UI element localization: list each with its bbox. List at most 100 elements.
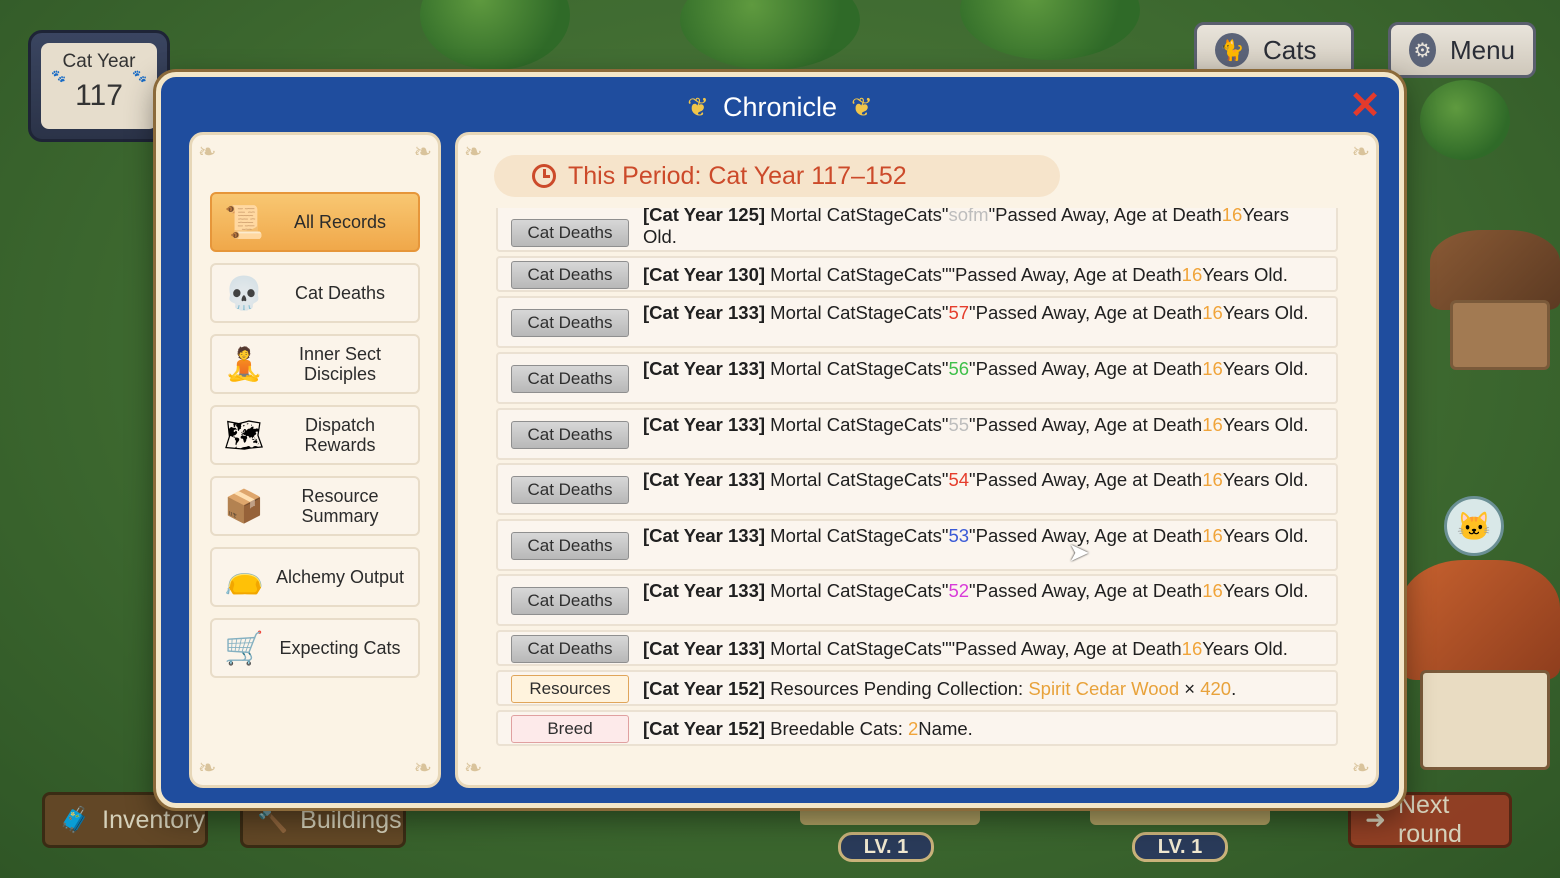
skull-icon: 💀 xyxy=(224,275,264,311)
record-row: Breed [Cat Year 152] Breedable Cats: 2Na… xyxy=(496,710,1338,746)
laurel-left-icon: ❦ xyxy=(687,91,709,122)
records-panel: ❧ ❧ ❧ ❧ This Period: Cat Year 117–152 Ca… xyxy=(455,132,1379,788)
laurel-right-icon: ❦ xyxy=(851,91,873,122)
record-row: Cat Deaths [Cat Year 130] Mortal CatStag… xyxy=(496,256,1338,292)
sidebar-item-expecting-cats[interactable]: 🛒 Expecting Cats xyxy=(210,618,420,678)
map-icon: 🗺 xyxy=(223,417,265,453)
record-row: Resources [Cat Year 152] Resources Pendi… xyxy=(496,670,1338,706)
record-text: [Cat Year 133] Mortal CatStageCats""Pass… xyxy=(643,638,1288,659)
sidebar-item-label: All Records xyxy=(293,212,387,232)
corner-ornament: ❧ xyxy=(1351,139,1370,164)
corner-ornament: ❧ xyxy=(413,755,432,780)
building-level-badge: LV. 1 xyxy=(838,832,934,862)
record-text: [Cat Year 133] Mortal CatStageCats"57"Pa… xyxy=(643,302,1309,323)
hammer-icon: 🔨 xyxy=(257,805,289,834)
record-row: Cat Deaths [Cat Year 125] Mortal CatStag… xyxy=(496,208,1338,252)
record-type-badge[interactable]: Cat Deaths xyxy=(511,421,629,449)
sidebar-item-inner-sect-disciples[interactable]: 🧘 Inner Sect Disciples xyxy=(210,334,420,394)
record-text: [Cat Year 133] Mortal CatStageCats"54"Pa… xyxy=(643,469,1309,490)
sidebar-item-dispatch-rewards[interactable]: 🗺 Dispatch Rewards xyxy=(210,405,420,465)
record-type-badge[interactable]: Cat Deaths xyxy=(511,219,629,247)
tree xyxy=(420,0,570,70)
cats-button[interactable]: 🐈 Cats xyxy=(1194,22,1354,78)
records-list[interactable]: Cat Deaths [Cat Year 125] Mortal CatStag… xyxy=(496,208,1338,748)
corner-ornament: ❧ xyxy=(1351,755,1370,780)
sidebar-item-alchemy-output[interactable]: 👝 Alchemy Output xyxy=(210,547,420,607)
record-row: Cat Deaths [Cat Year 133] Mortal CatStag… xyxy=(496,630,1338,666)
sidebar-item-label: Expecting Cats xyxy=(279,638,401,658)
cats-button-label: Cats xyxy=(1263,34,1317,65)
tree xyxy=(680,0,860,70)
next-round-button-label: Next round xyxy=(1397,791,1462,848)
period-header: This Period: Cat Year 117–152 xyxy=(494,155,1060,197)
building-right-bottom[interactable] xyxy=(1400,560,1560,790)
cat-head-icon: 🐈 xyxy=(1215,33,1249,67)
clock-icon xyxy=(532,164,556,188)
record-category-sidebar: ❧ ❧ ❧ ❧ 📜 All Records 💀 Cat Deaths 🧘 Inn… xyxy=(189,132,441,788)
cat-year-board: 🐾 🐾 Cat Year 117 xyxy=(28,30,170,142)
period-label: This Period: Cat Year 117–152 xyxy=(568,161,907,190)
record-type-badge[interactable]: Cat Deaths xyxy=(511,365,629,393)
record-row: Cat Deaths [Cat Year 133] Mortal CatStag… xyxy=(496,574,1338,626)
record-text: [Cat Year 152] Resources Pending Collect… xyxy=(643,678,1237,699)
sidebar-item-label: Cat Deaths xyxy=(294,283,386,303)
corner-ornament: ❧ xyxy=(198,139,217,164)
record-type-badge[interactable]: Cat Deaths xyxy=(511,635,629,663)
gear-icon: ⚙ xyxy=(1409,33,1436,67)
cradle-icon: 🛒 xyxy=(224,630,264,666)
cat-year-value: 117 xyxy=(75,79,123,112)
close-icon[interactable]: ✕ xyxy=(1347,87,1383,125)
paw-icon: 🐾 xyxy=(132,69,147,83)
menu-button-label: Menu xyxy=(1449,34,1515,65)
building-right-top[interactable] xyxy=(1420,230,1560,380)
corner-ornament: ❧ xyxy=(413,139,432,164)
record-text: [Cat Year 152] Breedable Cats: 2Name. xyxy=(643,718,973,739)
paw-icon: 🐾 xyxy=(51,69,66,83)
arrow-right-icon: ➜ xyxy=(1365,806,1386,834)
sidebar-item-label: Dispatch Rewards xyxy=(304,415,376,455)
mouse-cursor-icon: ➤ xyxy=(1068,537,1090,567)
inventory-button-label: Inventory xyxy=(102,805,205,834)
tree xyxy=(960,0,1140,60)
record-row: Cat Deaths [Cat Year 133] Mortal CatStag… xyxy=(496,408,1338,460)
record-row: Cat Deaths [Cat Year 133] Mortal CatStag… xyxy=(496,519,1338,571)
tree xyxy=(1420,80,1510,160)
chronicle-dialog: ❦ Chronicle ❦ ✕ ❧ ❧ ❧ ❧ 📜 All Records 💀 … xyxy=(156,72,1404,808)
sidebar-item-label: Inner Sect Disciples xyxy=(298,344,382,384)
sidebar-item-label: Alchemy Output xyxy=(275,567,405,587)
cat-face-icon[interactable]: 🐱 xyxy=(1444,496,1504,556)
building-level-badge: LV. 1 xyxy=(1132,832,1228,862)
record-type-badge[interactable]: Cat Deaths xyxy=(511,309,629,337)
record-text: [Cat Year 133] Mortal CatStageCats"56"Pa… xyxy=(643,358,1309,379)
record-type-badge[interactable]: Cat Deaths xyxy=(511,532,629,560)
record-text: [Cat Year 133] Mortal CatStageCats"53"Pa… xyxy=(643,525,1309,546)
record-type-badge[interactable]: Resources xyxy=(511,675,629,703)
record-type-badge[interactable]: Cat Deaths xyxy=(511,261,629,289)
meditating-figure-icon: 🧘 xyxy=(224,346,264,382)
record-row: Cat Deaths [Cat Year 133] Mortal CatStag… xyxy=(496,352,1338,404)
dialog-title-bar: ❦ Chronicle ❦ xyxy=(161,87,1399,127)
record-text: [Cat Year 133] Mortal CatStageCats"55"Pa… xyxy=(643,414,1309,435)
record-text: [Cat Year 130] Mortal CatStageCats""Pass… xyxy=(643,264,1288,285)
bag-icon: 🧳 xyxy=(59,805,91,834)
menu-button[interactable]: ⚙ Menu xyxy=(1388,22,1536,78)
record-row: Cat Deaths [Cat Year 133] Mortal CatStag… xyxy=(496,463,1338,515)
sidebar-item-label: Resource Summary xyxy=(301,486,379,526)
sidebar-item-all-records[interactable]: 📜 All Records xyxy=(210,192,420,252)
record-row: Cat Deaths [Cat Year 133] Mortal CatStag… xyxy=(496,296,1338,348)
potion-bag-icon: 👝 xyxy=(224,559,264,595)
crate-icon: 📦 xyxy=(224,488,264,524)
corner-ornament: ❧ xyxy=(464,139,483,164)
sidebar-item-cat-deaths[interactable]: 💀 Cat Deaths xyxy=(210,263,420,323)
scroll-icon: 📜 xyxy=(224,204,264,240)
record-type-badge[interactable]: Breed xyxy=(511,715,629,743)
record-text: [Cat Year 125] Mortal CatStageCats"sofm"… xyxy=(643,208,1289,247)
record-type-badge[interactable]: Cat Deaths xyxy=(511,587,629,615)
record-type-badge[interactable]: Cat Deaths xyxy=(511,476,629,504)
record-text: [Cat Year 133] Mortal CatStageCats"52"Pa… xyxy=(643,580,1309,601)
corner-ornament: ❧ xyxy=(464,755,483,780)
dialog-title: Chronicle xyxy=(722,91,838,122)
buildings-button-label: Buildings xyxy=(300,805,402,834)
corner-ornament: ❧ xyxy=(198,755,217,780)
sidebar-item-resource-summary[interactable]: 📦 Resource Summary xyxy=(210,476,420,536)
